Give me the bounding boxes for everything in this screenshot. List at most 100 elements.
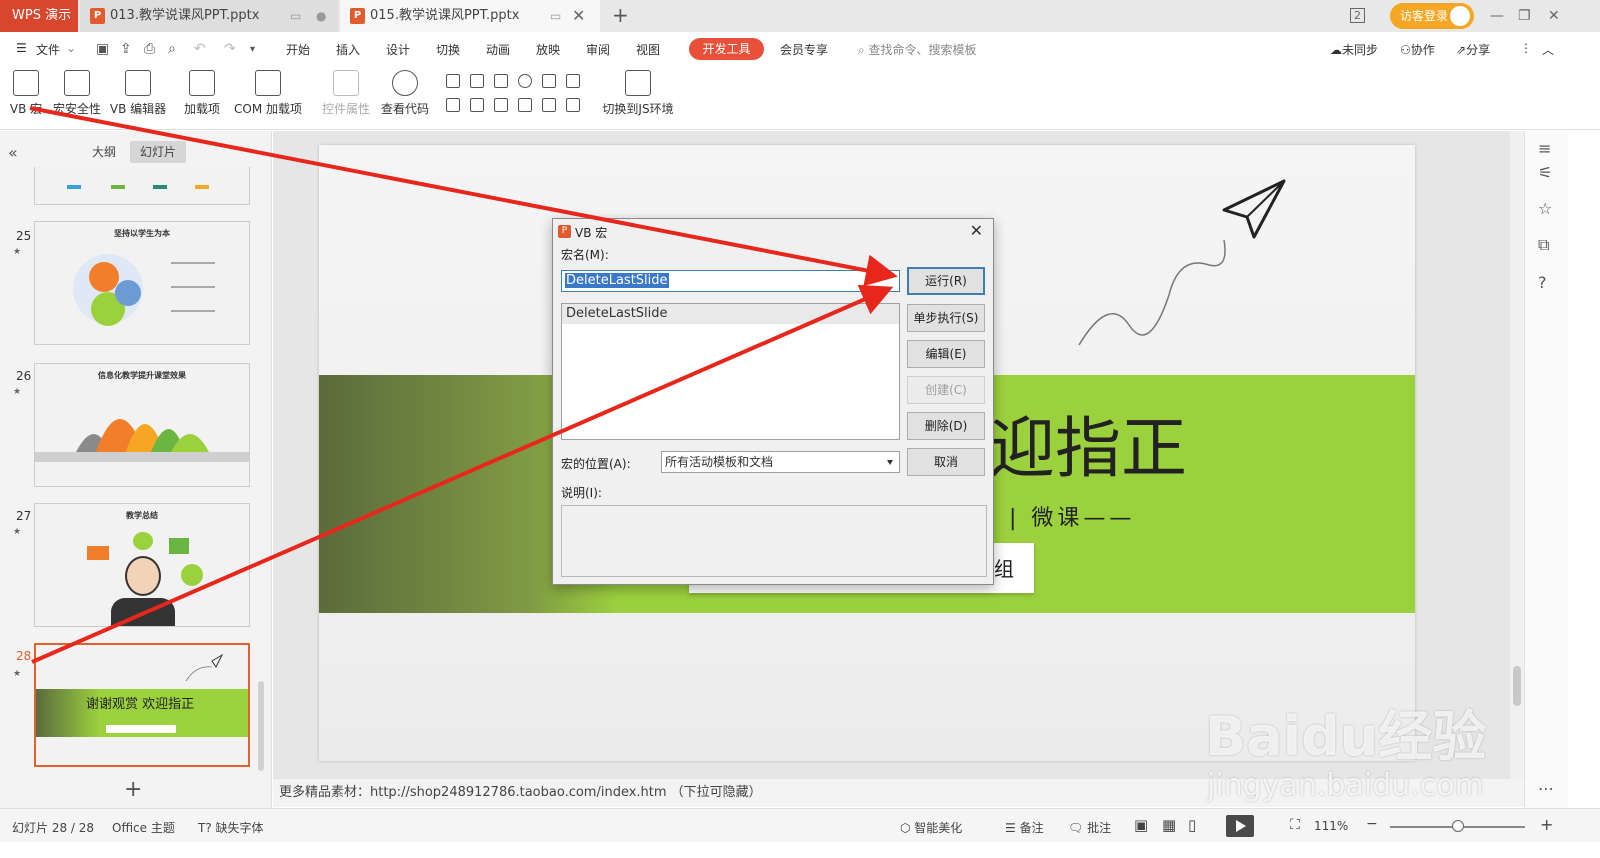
label-control-icon[interactable] (518, 98, 532, 112)
textbox-control-icon[interactable] (470, 74, 484, 88)
pin-icon[interactable]: ▭ (550, 0, 561, 32)
settings-sliders-icon[interactable]: ⚟ (1538, 163, 1552, 182)
zoom-out-icon[interactable]: − (1366, 816, 1378, 832)
create-button[interactable]: 创建(C) (907, 376, 985, 404)
screens-icon[interactable]: ⧉ (1538, 235, 1549, 255)
command-search[interactable]: ⌕ 查找命令、搜索模板 (858, 41, 977, 58)
menu-transition[interactable]: 切换 (436, 41, 460, 58)
com-addins-button[interactable]: COM 加载项 (230, 70, 306, 117)
quick-access-dropdown-icon[interactable]: ▾ (250, 44, 255, 55)
add-slide-button[interactable]: + (124, 777, 142, 802)
play-slideshow-button[interactable] (1226, 815, 1254, 837)
collab-button[interactable]: ⚇协作 (1400, 41, 1435, 58)
slide-thumbnail-28[interactable]: 谢谢观赏 欢迎指正 (34, 643, 250, 767)
fit-window-icon[interactable]: ⛶ (1290, 817, 1300, 833)
slide-thumbnail-25[interactable]: 坚持以学生为本 (34, 221, 250, 345)
combobox-control-icon[interactable] (566, 74, 580, 88)
close-window-icon[interactable]: ✕ (1548, 0, 1560, 32)
close-icon[interactable]: ✕ (970, 221, 983, 240)
zoom-level[interactable]: 111% (1314, 819, 1348, 833)
hamburger-icon[interactable]: ☰ (16, 41, 27, 55)
spin-control-icon[interactable] (470, 98, 484, 112)
step-into-button[interactable]: 单步执行(S) (907, 304, 985, 332)
close-tab-icon[interactable]: ✕ (572, 0, 585, 32)
star-icon[interactable]: ☆ (1538, 199, 1552, 218)
menu-animation[interactable]: 动画 (486, 41, 510, 58)
menu-slideshow[interactable]: 放映 (536, 41, 560, 58)
comments-button[interactable]: 🗨 批注 (1068, 819, 1111, 836)
menu-file[interactable]: 文件 (36, 41, 60, 58)
addins-button[interactable]: 加载项 (180, 70, 224, 117)
reading-view-icon[interactable]: ▯ (1188, 816, 1196, 834)
delete-button[interactable]: 删除(D) (907, 412, 985, 440)
login-button[interactable]: 访客登录 (1390, 3, 1474, 29)
menu-home[interactable]: 开始 (286, 41, 310, 58)
switch-js-button[interactable]: 切换到JS环境 (598, 70, 678, 117)
scrollbar-control-icon[interactable] (494, 98, 508, 112)
cancel-button[interactable]: 取消 (907, 448, 985, 476)
view-code-button[interactable]: 查看代码 (378, 70, 432, 117)
control-properties-button[interactable]: 控件属性 (318, 70, 374, 117)
new-tab-button[interactable]: + (612, 3, 629, 27)
preview-icon[interactable]: ⌕ (168, 41, 176, 57)
menu-insert[interactable]: 插入 (336, 41, 360, 58)
menu-member[interactable]: 会员专享 (780, 41, 828, 58)
save-icon[interactable]: ▣ (96, 41, 109, 57)
export-icon[interactable]: ⇪ (120, 41, 132, 57)
menu-view[interactable]: 视图 (636, 41, 660, 58)
collapse-panel-icon[interactable]: « (8, 143, 18, 162)
menu-design[interactable]: 设计 (386, 41, 410, 58)
button-control-icon[interactable] (494, 74, 508, 88)
edit-button[interactable]: 编辑(E) (907, 340, 985, 368)
macro-name-input[interactable]: DeleteLastSlide (561, 270, 900, 292)
share-button[interactable]: ⇗分享 (1456, 41, 1490, 58)
smart-beautify-button[interactable]: ⬡ 智能美化 (900, 819, 962, 836)
restore-icon[interactable]: ❐ (1518, 0, 1531, 32)
doc-tab-013[interactable]: P 013.教学说课风PPT.pptx ▭ ● (80, 0, 338, 32)
zoom-in-icon[interactable]: + (1540, 815, 1553, 834)
slide-thumbnail-24[interactable] (34, 167, 250, 205)
pin-icon[interactable]: ▭ (290, 0, 301, 32)
notes-toggle-button[interactable]: ☰ 备注 (1005, 819, 1044, 836)
macro-location-select[interactable]: 所有活动模板和文档 (661, 451, 900, 473)
radio-control-icon[interactable] (518, 74, 532, 88)
zoom-slider-knob[interactable] (1452, 820, 1464, 832)
macro-security-button[interactable]: 宏安全性 (50, 70, 104, 117)
scrollbar-thumb[interactable] (1513, 666, 1521, 706)
menu-developer-tools[interactable]: 开发工具 (689, 38, 764, 60)
image-control-icon[interactable] (446, 98, 460, 112)
frame-control-icon[interactable] (566, 98, 580, 112)
panel-scrollbar[interactable] (258, 681, 264, 771)
vb-editor-button[interactable]: VB 编辑器 (108, 70, 168, 117)
slide-thumbnail-27[interactable]: 教学总结 (34, 503, 250, 627)
sidebar-handle-icon[interactable]: ≡ (1538, 139, 1551, 158)
run-button[interactable]: 运行(R) (907, 267, 985, 295)
checkbox-control-icon[interactable] (446, 74, 460, 88)
redo-icon[interactable]: ↷ (224, 41, 236, 57)
sorter-view-icon[interactable]: ▦ (1162, 816, 1176, 834)
sync-status[interactable]: ☁未同步 (1330, 41, 1378, 58)
list-item[interactable]: DeleteLastSlide (562, 304, 899, 324)
tab-slides[interactable]: 幻灯片 (130, 141, 187, 163)
slide-thumbnail-26[interactable]: 信息化教学提升课堂效果 (34, 363, 250, 487)
undo-icon[interactable]: ↶ (194, 41, 206, 57)
more-icon[interactable]: ⋮ (1520, 41, 1532, 55)
canvas-scrollbar[interactable] (1510, 131, 1524, 779)
more-dots-icon[interactable]: ⋯ (1538, 779, 1554, 798)
tab-outline[interactable]: 大纲 (82, 141, 126, 163)
menu-review[interactable]: 审阅 (586, 41, 610, 58)
minimize-icon[interactable]: — (1490, 0, 1504, 32)
theme-name[interactable]: Office 主题 (112, 819, 175, 836)
window-count-icon[interactable]: 2 (1350, 0, 1365, 32)
chevron-down-icon[interactable]: ⌄ (66, 41, 76, 55)
listbox-control-icon[interactable] (542, 74, 556, 88)
doc-tab-015[interactable]: P 015.教学说课风PPT.pptx ▭ ✕ (340, 0, 600, 32)
normal-view-icon[interactable]: ▣ (1134, 816, 1148, 834)
picture-control-icon[interactable] (542, 98, 556, 112)
wps-logo[interactable]: WPS 演示 (0, 0, 78, 32)
macro-list[interactable]: DeleteLastSlide (561, 303, 900, 440)
print-icon[interactable]: ⎙ (144, 41, 155, 57)
missing-font-button[interactable]: T? 缺失字体 (198, 819, 264, 836)
collapse-ribbon-icon[interactable]: ︿ (1542, 41, 1554, 58)
vb-macro-button[interactable]: VB 宏 (8, 70, 44, 117)
